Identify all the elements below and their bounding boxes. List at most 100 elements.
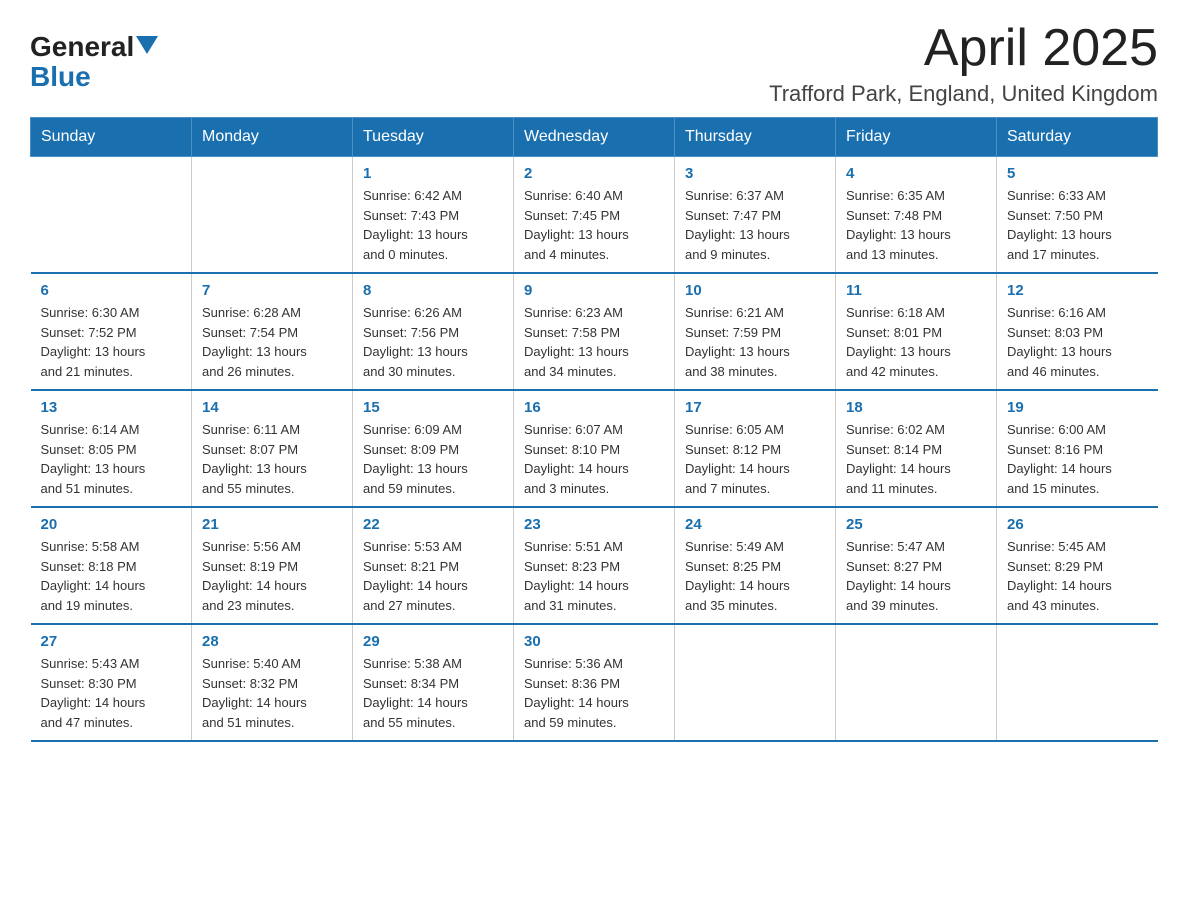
calendar-cell: 7 Sunrise: 6:28 AM Sunset: 7:54 PM Daylig… — [192, 273, 353, 390]
day-number: 9 — [524, 282, 664, 299]
logo: General Blue — [30, 30, 158, 91]
day-number: 4 — [846, 165, 986, 182]
calendar-cell: 13Sunrise: 6:14 AM Sunset: 8:05 PM Dayli… — [31, 390, 192, 507]
day-info: Sunrise: 6:33 AM Sunset: 7:50 PM Dayligh… — [1007, 186, 1148, 264]
calendar-cell: 9Sunrise: 6:23 AM Sunset: 7:58 PM Daylig… — [514, 273, 675, 390]
page-header: General Blue April 2025 Trafford Park, E… — [30, 20, 1158, 107]
day-number: 6 — [41, 282, 182, 299]
day-number: 19 — [1007, 399, 1148, 416]
weekday-header-monday: Monday — [192, 118, 353, 157]
day-info: Sunrise: 5:58 AM Sunset: 8:18 PM Dayligh… — [41, 537, 182, 615]
calendar-cell: 20 Sunrise: 5:58 AM Sunset: 8:18 PM Dayli… — [31, 507, 192, 624]
day-number: 17 — [685, 399, 825, 416]
day-info: Sunrise: 6:00 AM Sunset: 8:16 PM Dayligh… — [1007, 420, 1148, 498]
calendar-week-row: 1Sunrise: 6:42 AM Sunset: 7:43 PM Daylig… — [31, 157, 1158, 274]
day-info: Sunrise: 5:51 AM Sunset: 8:23 PM Dayligh… — [524, 537, 664, 615]
calendar-cell: 11Sunrise: 6:18 AM Sunset: 8:01 PM Dayli… — [836, 273, 997, 390]
calendar-cell — [836, 624, 997, 741]
calendar-cell — [31, 157, 192, 274]
page-title: April 2025 — [769, 20, 1158, 77]
day-number: 15 — [363, 399, 503, 416]
day-number: 5 — [1007, 165, 1148, 182]
day-info: Sunrise: 5:36 AM Sunset: 8:36 PM Dayligh… — [524, 654, 664, 732]
day-info: Sunrise: 5:38 AM Sunset: 8:34 PM Dayligh… — [363, 654, 503, 732]
day-number: 29 — [363, 633, 503, 650]
page-subtitle: Trafford Park, England, United Kingdom — [769, 81, 1158, 107]
calendar-table: SundayMondayTuesdayWednesdayThursdayFrid… — [30, 117, 1158, 742]
day-info: Sunrise: 6:16 AM Sunset: 8:03 PM Dayligh… — [1007, 303, 1148, 381]
day-info: Sunrise: 5:45 AM Sunset: 8:29 PM Dayligh… — [1007, 537, 1148, 615]
day-info: Sunrise: 6:42 AM Sunset: 7:43 PM Dayligh… — [363, 186, 503, 264]
day-info: Sunrise: 6:18 AM Sunset: 8:01 PM Dayligh… — [846, 303, 986, 381]
day-info: Sunrise: 5:53 AM Sunset: 8:21 PM Dayligh… — [363, 537, 503, 615]
day-info: Sunrise: 5:49 AM Sunset: 8:25 PM Dayligh… — [685, 537, 825, 615]
title-block: April 2025 Trafford Park, England, Unite… — [769, 20, 1158, 107]
day-number: 2 — [524, 165, 664, 182]
day-number: 13 — [41, 399, 182, 416]
calendar-cell: 17 Sunrise: 6:05 AM Sunset: 8:12 PM Dayli… — [675, 390, 836, 507]
day-number: 7 — [202, 282, 342, 299]
day-info: Sunrise: 6:07 AM Sunset: 8:10 PM Dayligh… — [524, 420, 664, 498]
logo-blue-text: Blue — [30, 63, 91, 91]
calendar-cell: 6 Sunrise: 6:30 AM Sunset: 7:52 PM Daylig… — [31, 273, 192, 390]
day-info: Sunrise: 6:02 AM Sunset: 8:14 PM Dayligh… — [846, 420, 986, 498]
day-number: 24 — [685, 516, 825, 533]
day-number: 28 — [202, 633, 342, 650]
day-info: Sunrise: 6:21 AM Sunset: 7:59 PM Dayligh… — [685, 303, 825, 381]
day-number: 10 — [685, 282, 825, 299]
weekday-header-wednesday: Wednesday — [514, 118, 675, 157]
day-number: 25 — [846, 516, 986, 533]
day-number: 27 — [41, 633, 182, 650]
day-number: 22 — [363, 516, 503, 533]
day-info: Sunrise: 6:05 AM Sunset: 8:12 PM Dayligh… — [685, 420, 825, 498]
calendar-cell: 27 Sunrise: 5:43 AM Sunset: 8:30 PM Dayli… — [31, 624, 192, 741]
calendar-cell: 22 Sunrise: 5:53 AM Sunset: 8:21 PM Dayli… — [353, 507, 514, 624]
calendar-cell — [675, 624, 836, 741]
day-info: Sunrise: 6:35 AM Sunset: 7:48 PM Dayligh… — [846, 186, 986, 264]
day-info: Sunrise: 6:26 AM Sunset: 7:56 PM Dayligh… — [363, 303, 503, 381]
calendar-cell: 4 Sunrise: 6:35 AM Sunset: 7:48 PM Daylig… — [836, 157, 997, 274]
day-number: 21 — [202, 516, 342, 533]
day-number: 18 — [846, 399, 986, 416]
day-info: Sunrise: 6:37 AM Sunset: 7:47 PM Dayligh… — [685, 186, 825, 264]
calendar-cell: 26 Sunrise: 5:45 AM Sunset: 8:29 PM Dayli… — [997, 507, 1158, 624]
day-info: Sunrise: 6:40 AM Sunset: 7:45 PM Dayligh… — [524, 186, 664, 264]
calendar-week-row: 6 Sunrise: 6:30 AM Sunset: 7:52 PM Daylig… — [31, 273, 1158, 390]
day-info: Sunrise: 6:28 AM Sunset: 7:54 PM Dayligh… — [202, 303, 342, 381]
calendar-cell: 25 Sunrise: 5:47 AM Sunset: 8:27 PM Dayli… — [836, 507, 997, 624]
day-number: 16 — [524, 399, 664, 416]
calendar-cell: 21 Sunrise: 5:56 AM Sunset: 8:19 PM Dayli… — [192, 507, 353, 624]
day-info: Sunrise: 5:43 AM Sunset: 8:30 PM Dayligh… — [41, 654, 182, 732]
day-info: Sunrise: 5:56 AM Sunset: 8:19 PM Dayligh… — [202, 537, 342, 615]
calendar-week-row: 20 Sunrise: 5:58 AM Sunset: 8:18 PM Dayli… — [31, 507, 1158, 624]
day-number: 26 — [1007, 516, 1148, 533]
calendar-cell: 23 Sunrise: 5:51 AM Sunset: 8:23 PM Dayli… — [514, 507, 675, 624]
weekday-header-thursday: Thursday — [675, 118, 836, 157]
day-number: 30 — [524, 633, 664, 650]
calendar-cell — [997, 624, 1158, 741]
calendar-cell: 8Sunrise: 6:26 AM Sunset: 7:56 PM Daylig… — [353, 273, 514, 390]
day-info: Sunrise: 6:30 AM Sunset: 7:52 PM Dayligh… — [41, 303, 182, 381]
weekday-header-friday: Friday — [836, 118, 997, 157]
day-info: Sunrise: 5:40 AM Sunset: 8:32 PM Dayligh… — [202, 654, 342, 732]
calendar-cell: 30 Sunrise: 5:36 AM Sunset: 8:36 PM Dayli… — [514, 624, 675, 741]
calendar-cell: 5 Sunrise: 6:33 AM Sunset: 7:50 PM Daylig… — [997, 157, 1158, 274]
calendar-cell: 1Sunrise: 6:42 AM Sunset: 7:43 PM Daylig… — [353, 157, 514, 274]
day-info: Sunrise: 5:47 AM Sunset: 8:27 PM Dayligh… — [846, 537, 986, 615]
day-number: 3 — [685, 165, 825, 182]
calendar-cell: 19 Sunrise: 6:00 AM Sunset: 8:16 PM Dayli… — [997, 390, 1158, 507]
day-info: Sunrise: 6:09 AM Sunset: 8:09 PM Dayligh… — [363, 420, 503, 498]
weekday-header-sunday: Sunday — [31, 118, 192, 157]
calendar-cell: 3 Sunrise: 6:37 AM Sunset: 7:47 PM Daylig… — [675, 157, 836, 274]
calendar-cell: 29 Sunrise: 5:38 AM Sunset: 8:34 PM Dayli… — [353, 624, 514, 741]
day-number: 14 — [202, 399, 342, 416]
day-number: 23 — [524, 516, 664, 533]
calendar-cell: 2 Sunrise: 6:40 AM Sunset: 7:45 PM Daylig… — [514, 157, 675, 274]
day-info: Sunrise: 6:11 AM Sunset: 8:07 PM Dayligh… — [202, 420, 342, 498]
calendar-cell: 12Sunrise: 6:16 AM Sunset: 8:03 PM Dayli… — [997, 273, 1158, 390]
calendar-cell: 28 Sunrise: 5:40 AM Sunset: 8:32 PM Dayli… — [192, 624, 353, 741]
logo-triangle-icon — [136, 36, 158, 58]
day-number: 20 — [41, 516, 182, 533]
calendar-cell: 16 Sunrise: 6:07 AM Sunset: 8:10 PM Dayli… — [514, 390, 675, 507]
calendar-cell: 15 Sunrise: 6:09 AM Sunset: 8:09 PM Dayli… — [353, 390, 514, 507]
